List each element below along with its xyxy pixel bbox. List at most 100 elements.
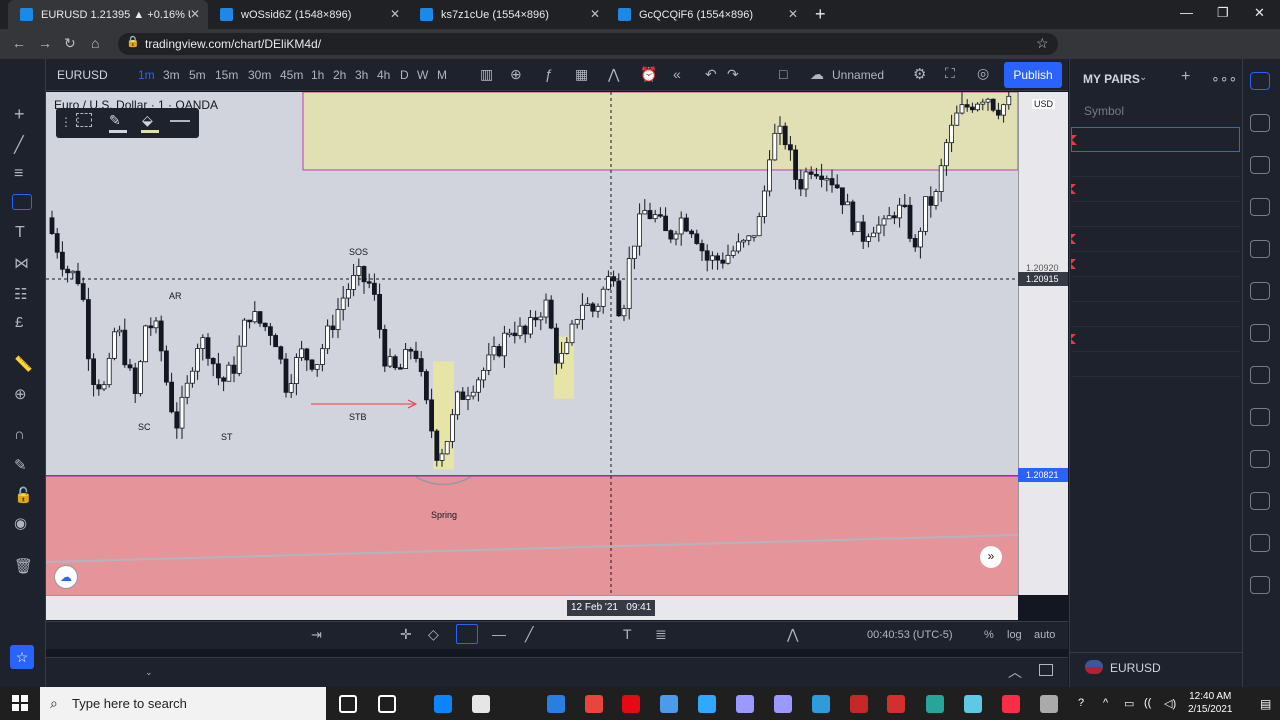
interval-3m[interactable]: 3m [163, 68, 180, 82]
hotlist-icon[interactable] [1250, 198, 1270, 216]
hline-icon[interactable]: — [492, 626, 506, 642]
chevron-down-icon[interactable]: ⌄ [145, 667, 153, 678]
line-color-icon[interactable]: ✎ [109, 112, 121, 129]
home-icon[interactable]: ⌂ [91, 35, 99, 51]
browser-tab-3[interactable]: ks7z1cUe (1554×896) ✕ [408, 0, 608, 29]
forward-icon[interactable]: → [38, 35, 52, 51]
percent-toggle[interactable]: % [984, 629, 994, 641]
resolve-icon[interactable] [660, 695, 678, 713]
chart-icon[interactable] [1250, 576, 1270, 594]
app-icon[interactable] [1040, 695, 1058, 713]
reload-icon[interactable]: ↻ [64, 35, 76, 52]
task-view-icon[interactable] [378, 695, 396, 713]
taskbar-search[interactable]: Type here to search [40, 687, 326, 720]
eye-icon[interactable]: ◉ [14, 514, 34, 532]
ruler-icon[interactable]: 📏 [14, 355, 34, 373]
auto-toggle[interactable]: auto [1034, 629, 1055, 641]
tray-chevron-icon[interactable]: ^ [1103, 697, 1108, 709]
function-icon[interactable]: ƒ [545, 66, 553, 82]
interval-5m[interactable]: 5m [189, 68, 206, 82]
chevron-down-icon[interactable]: ⌄ [1139, 72, 1147, 83]
pound-icon[interactable]: £ [15, 314, 35, 331]
redo-icon[interactable]: ↷ [727, 66, 739, 83]
axis-settings-gear-icon[interactable]: ⚙ [1034, 600, 1046, 616]
layout-icon[interactable]: □ [779, 66, 787, 82]
cortana-icon[interactable] [339, 695, 357, 713]
store-icon[interactable] [472, 695, 490, 713]
new-tab-button[interactable]: + [815, 4, 826, 25]
watchlist-row-audusd[interactable] [1071, 152, 1240, 177]
more-options-icon[interactable]: ∘∘∘ [1211, 70, 1237, 87]
back-icon[interactable]: ← [12, 35, 26, 51]
photoshop-icon[interactable] [698, 695, 716, 713]
pencil-lock-icon[interactable]: ✎ [14, 456, 34, 474]
watchlist-row-cadjpy[interactable] [1071, 202, 1240, 227]
watchlist-row-eurgbp[interactable] [1071, 302, 1240, 327]
streams-icon[interactable] [1250, 324, 1270, 342]
favorites-star-icon[interactable]: ☆ [10, 645, 34, 669]
interval-1m[interactable]: 1m [138, 68, 155, 82]
line-style-icon[interactable] [170, 120, 190, 122]
app-icon[interactable] [812, 695, 830, 713]
wifi-icon[interactable]: (( [1144, 697, 1151, 709]
interval-15m[interactable]: 15m [215, 68, 238, 82]
data-window-icon[interactable] [1250, 156, 1270, 174]
add-symbol-icon[interactable]: + [1181, 68, 1190, 86]
app-icon[interactable] [850, 695, 868, 713]
fullscreen-icon[interactable]: ⛶ [945, 65, 955, 82]
browser-tab-eurusd[interactable]: EURUSD 1.21395 ▲ +0.16% Unn...✕ [8, 0, 208, 29]
interval-30m[interactable]: 30m [248, 68, 271, 82]
hotkeys-icon[interactable] [1250, 408, 1270, 426]
chats-icon[interactable] [1250, 366, 1270, 384]
premiere-icon[interactable] [736, 695, 754, 713]
after-effects-icon[interactable] [774, 695, 792, 713]
bar-style-icon[interactable]: ▥ [480, 66, 493, 83]
close-tab-icon[interactable]: ✕ [390, 7, 400, 21]
settings-gear-icon[interactable]: ⚙ [913, 65, 926, 83]
minimize-icon[interactable]: — [1180, 5, 1193, 20]
interval-1h[interactable]: 1h [311, 68, 324, 82]
watchlist-icon[interactable] [1250, 72, 1270, 90]
flag-marker-icon[interactable] [1071, 234, 1076, 244]
watchlist-row-eurusd[interactable] [1071, 127, 1240, 152]
app-icon[interactable] [964, 695, 982, 713]
magnet-icon[interactable]: ∩ [14, 426, 34, 443]
template-icon[interactable] [76, 113, 92, 127]
zoom-icon[interactable]: ⊕ [14, 385, 34, 403]
interval-M[interactable]: M [437, 68, 447, 82]
calendar-icon[interactable] [1250, 240, 1270, 258]
text-icon[interactable]: T [623, 626, 632, 642]
watchlist-row-eurjpy[interactable] [1071, 277, 1240, 302]
notifications-icon[interactable] [1250, 450, 1270, 468]
close-tab-icon[interactable]: ✕ [190, 7, 200, 21]
symbol-search[interactable]: EURUSD [57, 68, 108, 82]
watchlist-title[interactable]: MY PAIRS [1083, 72, 1140, 86]
compare-icon[interactable]: ▦ [575, 66, 588, 83]
app-icon[interactable] [887, 695, 905, 713]
watchlist-row-gbpusd[interactable] [1071, 177, 1240, 202]
layout-name[interactable]: Unnamed [832, 68, 884, 82]
interval-W[interactable]: W [417, 68, 428, 82]
flag-marker-icon[interactable] [1072, 135, 1077, 145]
interval-4h[interactable]: 4h [377, 68, 390, 82]
trendline-icon[interactable]: ╱ [14, 135, 34, 154]
lock-drawings-icon[interactable]: 🔓 [14, 486, 34, 504]
fib-icon[interactable]: ≡ [14, 165, 34, 182]
windows-start-icon[interactable] [12, 695, 28, 711]
price-axis[interactable] [1018, 92, 1068, 595]
watchlist-row-usdchf[interactable] [1071, 327, 1240, 352]
app-icon[interactable] [926, 695, 944, 713]
netflix-icon[interactable] [622, 695, 640, 713]
camera-icon[interactable]: ◎ [977, 65, 989, 82]
alerts-icon[interactable] [1250, 114, 1270, 132]
browser-tab-4[interactable]: GcQCQiF6 (1554×896) ✕ [606, 0, 806, 29]
crosshair-icon[interactable]: + [14, 104, 34, 124]
mail-icon[interactable] [547, 695, 565, 713]
templates-icon[interactable]: ⋀ [608, 66, 619, 83]
scroll-to-realtime-icon[interactable]: » [980, 546, 1002, 568]
close-window-icon[interactable]: ✕ [1254, 5, 1265, 21]
tradingview-logo-icon[interactable]: ☁ [54, 565, 78, 589]
flag-marker-icon[interactable] [1071, 334, 1076, 344]
symbol-column-header[interactable]: Symbol [1084, 104, 1124, 118]
notification-center-icon[interactable]: ▤ [1260, 697, 1271, 711]
